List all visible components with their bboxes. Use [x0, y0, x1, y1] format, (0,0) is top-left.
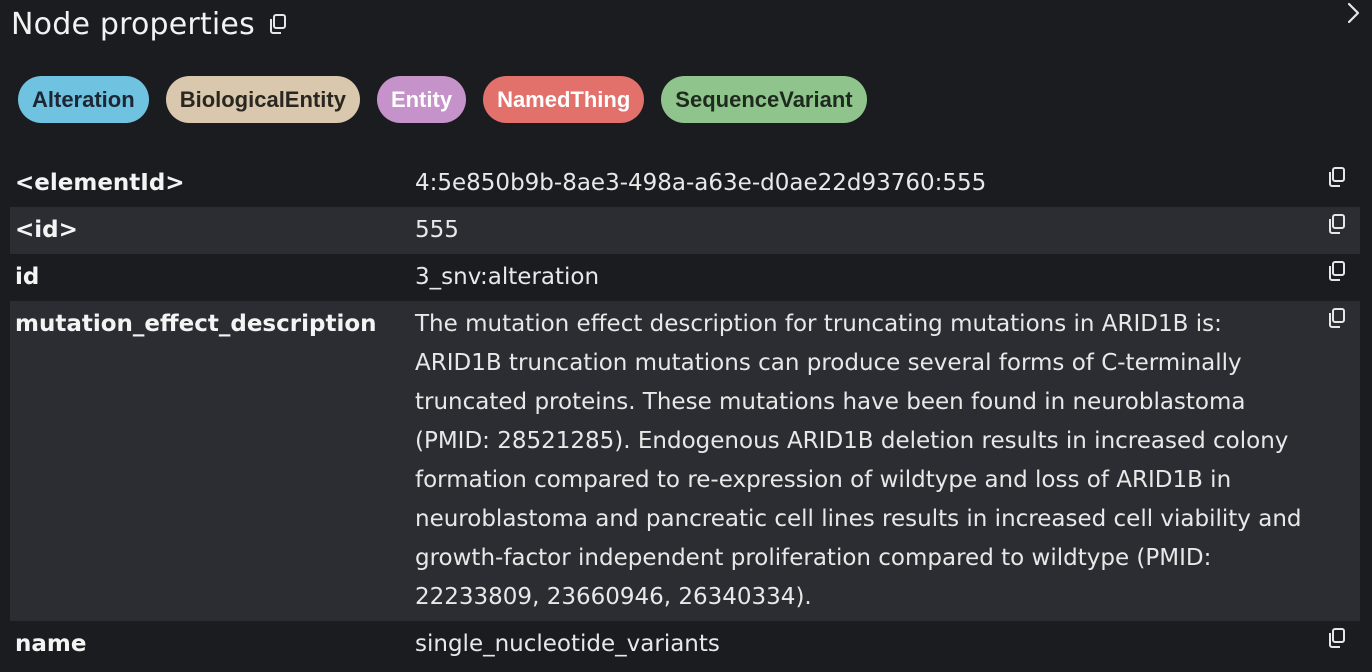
property-key: name: [15, 631, 87, 657]
copy-icon[interactable]: [1326, 166, 1348, 188]
property-row-elementid: <elementId> 4:5e850b9b-8ae3-498a-a63e-d0a…: [10, 160, 1360, 207]
copy-icon[interactable]: [1326, 627, 1348, 649]
label-chip-biologicalentity[interactable]: BiologicalEntity: [165, 76, 360, 123]
node-properties-panel: Node properties Alteration BiologicalEnti…: [0, 0, 1372, 672]
property-value: 3_snv:alteration: [415, 264, 600, 290]
property-key: mutation_effect_description: [15, 311, 377, 337]
label-chip-alteration[interactable]: Alteration: [18, 76, 149, 123]
property-key: <id>: [15, 217, 78, 243]
panel-header: Node properties: [11, 4, 289, 44]
properties-table: <elementId> 4:5e850b9b-8ae3-498a-a63e-d0a…: [10, 160, 1360, 668]
property-row-name: name single_nucleotide_variants: [10, 621, 1360, 668]
property-value: 555: [415, 217, 459, 243]
panel-title: Node properties: [11, 6, 255, 42]
copy-icon[interactable]: [1326, 213, 1348, 235]
property-row-id: <id> 555: [10, 207, 1360, 254]
label-chip-namedthing[interactable]: NamedThing: [483, 76, 645, 123]
label-chips: Alteration BiologicalEntity Entity NamedThi…: [18, 76, 867, 123]
label-chip-sequencevariant[interactable]: SequenceVariant: [661, 76, 867, 123]
copy-icon[interactable]: [1326, 260, 1348, 282]
property-row-mutation_effect_description: mutation_effect_description The mutation …: [10, 301, 1360, 621]
property-row-id: id 3_snv:alteration: [10, 254, 1360, 301]
property-value: single_nucleotide_variants: [415, 631, 720, 657]
property-key: id: [15, 264, 40, 290]
copy-icon[interactable]: [267, 13, 289, 35]
property-value: The mutation effect description for trun…: [415, 311, 1302, 610]
property-value: 4:5e850b9b-8ae3-498a-a63e-d0ae22d93760:5…: [415, 170, 987, 196]
property-key: <elementId>: [15, 170, 185, 196]
copy-icon[interactable]: [1326, 307, 1348, 329]
chevron-right-icon[interactable]: [1344, 0, 1364, 28]
label-chip-entity[interactable]: Entity: [376, 76, 467, 123]
